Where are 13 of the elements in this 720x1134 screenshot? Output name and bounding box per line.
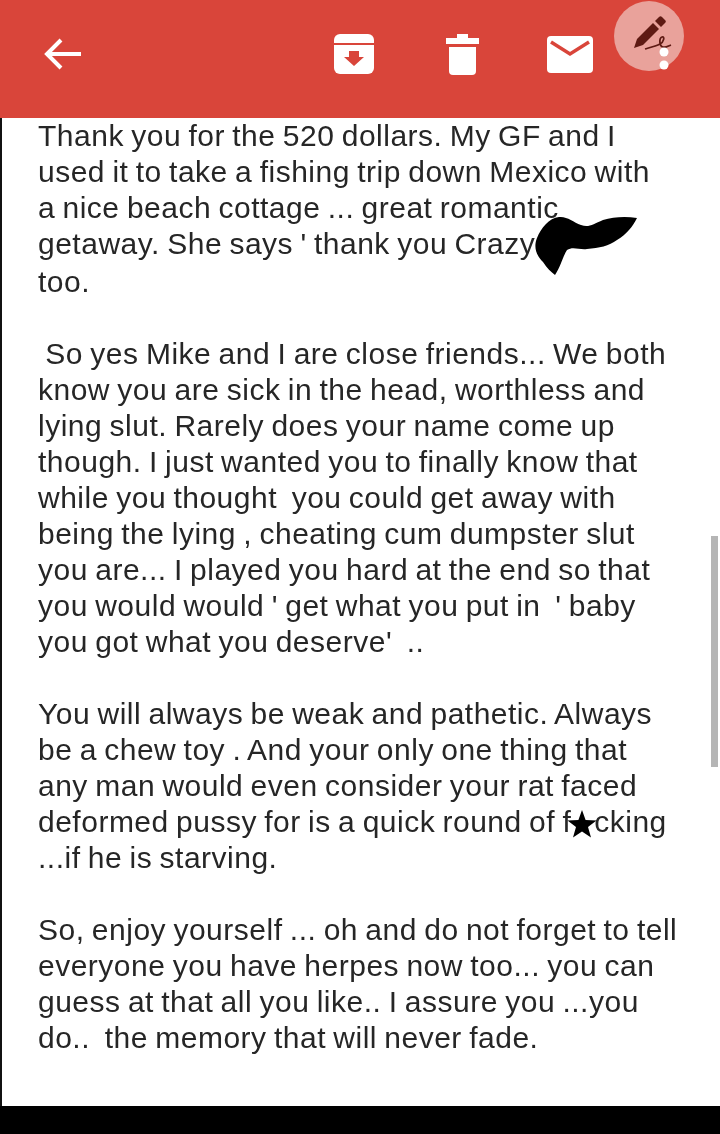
more-button[interactable] (659, 46, 669, 70)
trash-icon (446, 33, 479, 75)
email-paragraph: You will always be weak and pathetic. Always be a chew toy . And your only one thing that any man would even consider your rat faced deformed pussy for is a quick round of f cking ...if he is starving. (38, 696, 668, 877)
pencil-icon (632, 16, 672, 52)
more-dots-icon (659, 46, 669, 70)
email-paragraph: So, enjoy yourself ... oh and do not forget to tell everyone you have herpes now too... you can guess at that all you like.. I assure you ...you do.. the memory that will never fade. (38, 912, 679, 1057)
scrollbar-thumb[interactable] (711, 536, 718, 767)
envelope-icon (547, 35, 593, 73)
email-paragraph: Thank you for the 520 dollars. My GF and I used it to take a fishing trip down Mexico with a nice beach cottage ... great romantic getaway. She says ' thank you Crazy too. (38, 118, 651, 301)
back-arrow-icon (44, 38, 82, 70)
archive-icon (333, 33, 375, 75)
email-paragraph: So yes Mike and I are close friends... We both know you are sick in the head, worthless and lying slut. Rarely does your name come up though. I just wanted you to finally know that while you thought you could get away with being the lying , cheating cum dumpster slut you are... I played you hard at the end so that you would would ' get what you put in ' baby you got what you deserve' .. (38, 336, 668, 661)
ink-blot-icon (533, 216, 639, 277)
